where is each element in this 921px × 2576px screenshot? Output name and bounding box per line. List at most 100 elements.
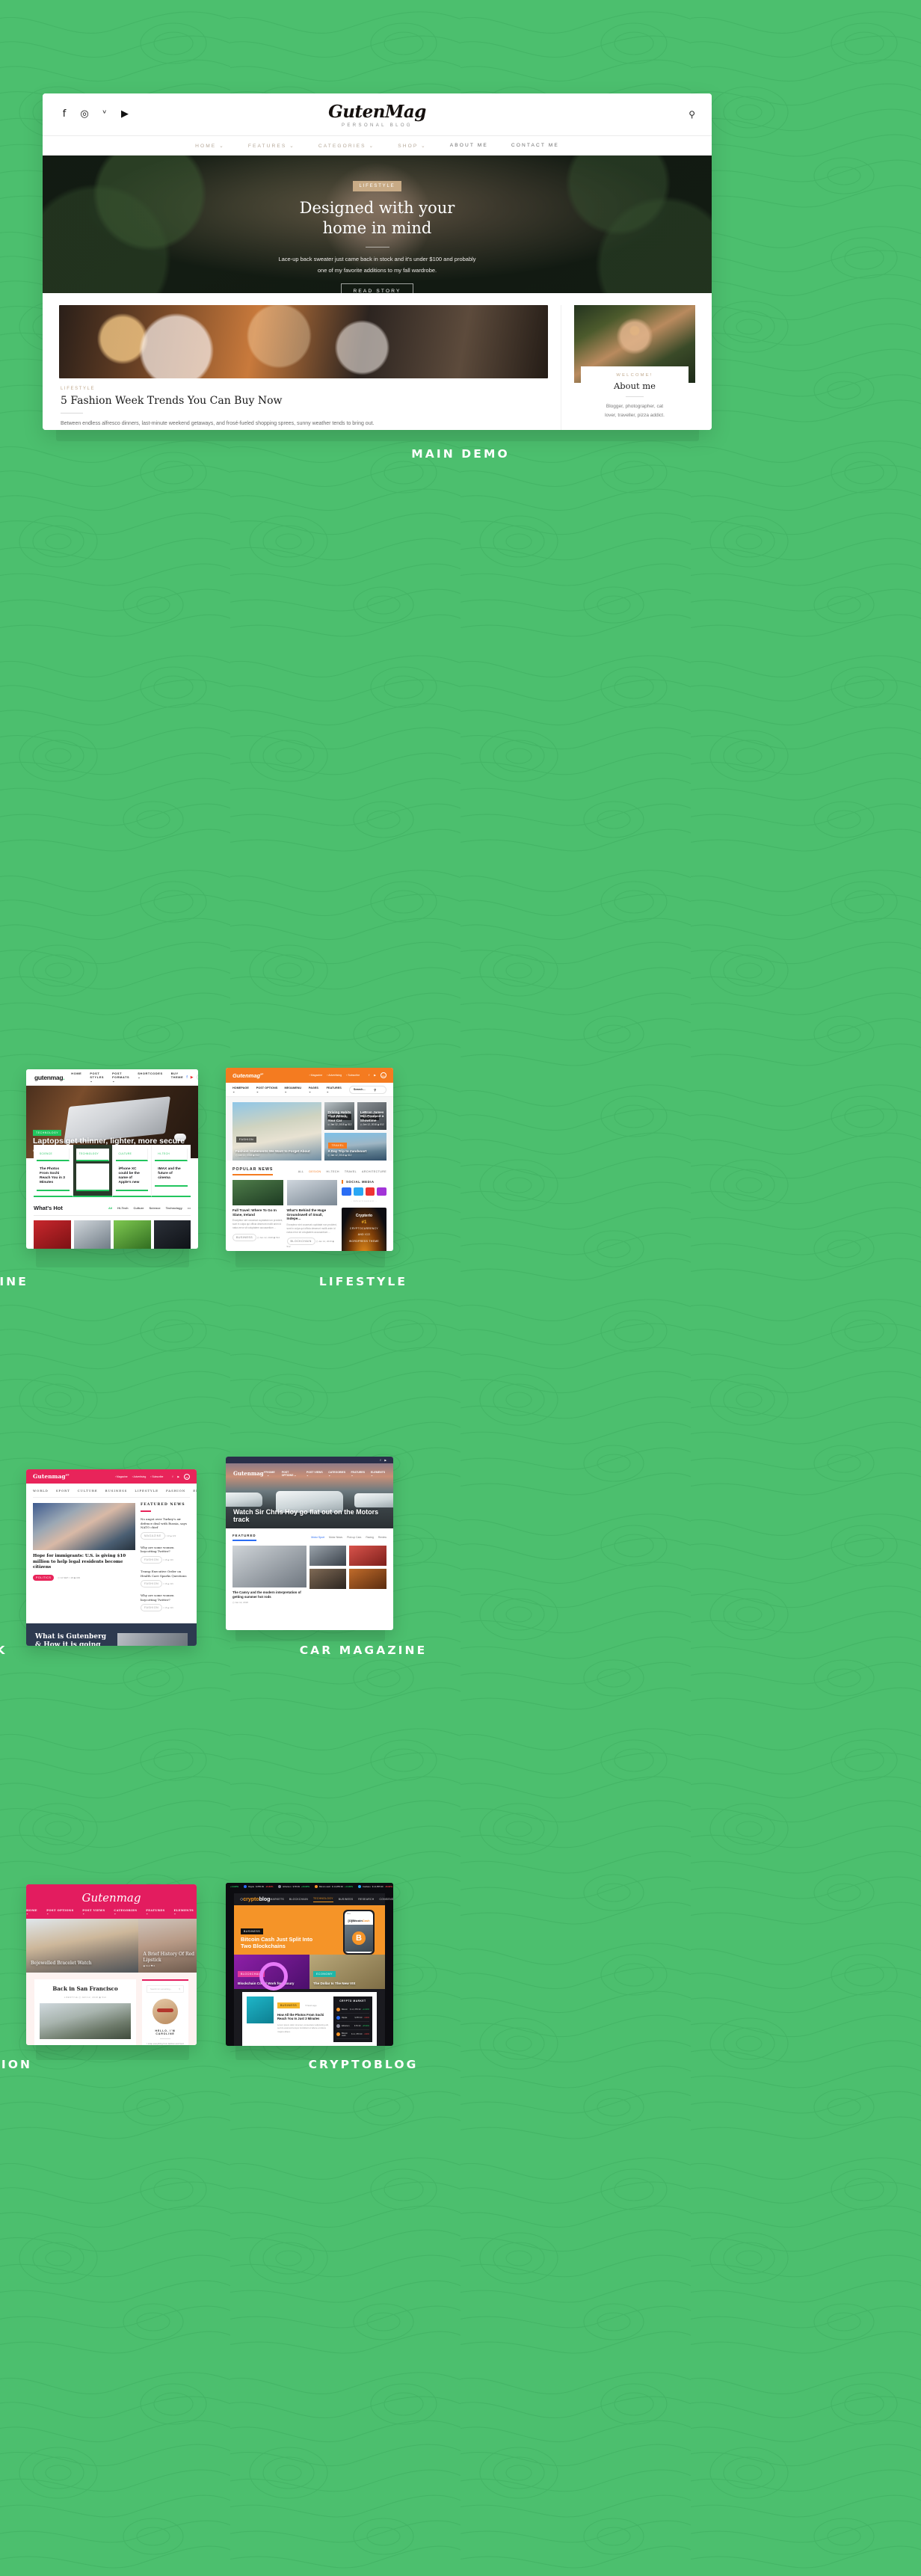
lifestyle-hero-big-title[interactable]: Fashion Statements We Want to Forget Abo… — [235, 1149, 310, 1158]
beauty-post[interactable]: Back in San Francisco LIFESTYLE ◴ JAN 12… — [34, 1979, 136, 2045]
article-title[interactable]: What's Behind the Huge Groundswell of Sm… — [287, 1208, 338, 1221]
nav-environment[interactable]: ENVIRONMENT — [193, 1489, 197, 1493]
tech-nav-post-formats[interactable]: POST FORMATS ⌄ — [112, 1072, 129, 1083]
tech-nav-home[interactable]: HOME — [71, 1072, 81, 1083]
car-featured-tabs[interactable]: Motor Sport Motor News Pick up Cars Raci… — [311, 1536, 386, 1539]
beauty-nav[interactable]: HOME ⌄ POST OPTIONS ⌄ POST VIEWS ⌄ CATEG… — [26, 1909, 197, 1915]
nav-post-views[interactable]: POST VIEWS ⌄ — [82, 1909, 108, 1915]
ticker-item[interactable]: +14.82% — [230, 1885, 238, 1888]
main-demo-preview[interactable]: f ◎ ᵛ ▶ GutenMag PERSONAL BLOG ⚲ HOME ⌄ … — [43, 93, 712, 430]
crypto-ticker[interactable]: +14.82% Ripple $ 855.99 -24.82% Etherium $ … — [226, 1883, 393, 1890]
tech-thumb[interactable] — [34, 1220, 71, 1249]
nav-features[interactable]: FEATURES ⌄ — [351, 1471, 366, 1477]
nav-features[interactable]: FEATURES ⌄ — [146, 1909, 167, 1915]
facebook-icon[interactable] — [342, 1187, 351, 1196]
car-logo[interactable]: GutenmagWP — [233, 1470, 267, 1477]
lifestyle-hero-small[interactable]: SPORTS LeBron James Will Produce a Showt… — [357, 1102, 386, 1130]
beauty-post-title[interactable]: Back in San Francisco — [40, 1985, 131, 1992]
car-hero-title[interactable]: Watch Sir Chris Hoy go flat out on the M… — [233, 1508, 393, 1524]
tech-magazine-preview[interactable]: gutenmag. HOME POST STYLES ⌄ POST FORMAT… — [26, 1069, 198, 1249]
top-link-magazine[interactable]: › Magazine — [309, 1074, 322, 1077]
search-input[interactable]: Search for something... ⚲ — [147, 1985, 184, 1993]
search-input[interactable]: Search... ⚲ — [349, 1086, 386, 1094]
cryptoblog-preview[interactable]: +14.82% Ripple $ 855.99 -24.82% Etherium $ … — [226, 1883, 393, 2046]
youtube-icon[interactable]: ▶ — [120, 109, 130, 120]
search-icon[interactable]: ⚲ — [374, 1088, 376, 1092]
nav-post-options[interactable]: POST OPTIONS ⌄ — [256, 1086, 279, 1093]
featured-item[interactable]: Trump Executive Order on Health Care Spa… — [141, 1570, 190, 1587]
lead-story-title[interactable]: Hope for immigrants: U.S. is giving $10 … — [33, 1554, 135, 1571]
top-link-subscribe[interactable]: › Subscribe — [346, 1074, 360, 1077]
lifestyle-top-links[interactable]: › Magazine › Advertising › Subscribe 𝃶 f… — [309, 1072, 386, 1078]
crypto-hero-title[interactable]: Bitcoin Cash Just Split Into Two Blockch… — [241, 1936, 312, 1950]
article-card[interactable]: Fall Travel: Where To Go In Slane, Irela… — [232, 1180, 283, 1251]
tab-motor-sport[interactable]: Motor Sport — [311, 1536, 324, 1539]
featured-item[interactable]: Why are some women boycotting Twitter? FA… — [141, 1546, 190, 1564]
market-row[interactable]: Ripple $ 855.99 -4.82% — [336, 2014, 369, 2022]
nav-world[interactable]: WORLD — [33, 1489, 49, 1493]
tech-card[interactable]: HI-TECH IMAX and the future of cinema — [152, 1145, 191, 1197]
crypterio-ad[interactable]: Crypterio #1 CRYPTOCURRENCY AND ICO WORD… — [342, 1208, 386, 1251]
nav-post-options[interactable]: POST OPTIONS ⌄ — [46, 1909, 76, 1915]
tech-nav-buy-theme[interactable]: BUY THEME — [171, 1072, 184, 1083]
beauty-tile[interactable]: Bejewelled Bracelet Watch — [26, 1919, 138, 1973]
behance-icon[interactable]: Ae — [184, 1474, 190, 1480]
market-row[interactable]: Bitcoin $ 14, 855.99 +14.82% — [336, 2005, 369, 2014]
featured-item[interactable]: No angst over Turkey's air defence deal … — [141, 1517, 190, 1540]
lifestyle-hero-big[interactable]: FASHION Fashion Statements We Want to Fo… — [232, 1102, 321, 1161]
nav-lifestyle[interactable]: LIFESTYLE — [135, 1489, 158, 1493]
nav-research[interactable]: RESEARCH — [358, 1898, 374, 1901]
car-thumb[interactable] — [349, 1569, 386, 1589]
hero-small-title[interactable]: Driving Habits That Wreck Your Car ◴ Jan … — [327, 1110, 354, 1127]
car-thumb[interactable] — [309, 1546, 347, 1566]
tech-thumb[interactable] — [154, 1220, 191, 1249]
tech-thumb[interactable] — [74, 1220, 111, 1249]
lifestyle-hero-small[interactable]: LIFESTYLE Driving Habits That Wreck Your… — [324, 1102, 354, 1130]
read-story-button[interactable]: READ STORY — [341, 283, 413, 299]
popular-news-tabs[interactable]: ALL DESIGN HI-TECH TRAVEL ARCHITECTURE — [298, 1170, 386, 1173]
nav-item-contact-me[interactable]: CONTACT ME — [511, 143, 559, 148]
nav-elements[interactable]: ELEMENTS ⌄ — [371, 1471, 386, 1477]
youtube-icon[interactable] — [366, 1187, 375, 1196]
youtube-icon[interactable]: ▶ — [191, 1075, 194, 1080]
car-nav[interactable]: GutenmagWP HOME ⌄ POST OPTIONS ⌄ POST VI… — [226, 1470, 393, 1477]
tab-all[interactable]: ALL — [298, 1170, 304, 1173]
lifestyle-nav[interactable]: HOMEPAGE ⌄ POST OPTIONS ⌄ MEGAMENU ⌄ PAG… — [226, 1083, 393, 1097]
crypto-article-title[interactable]: How All the Photos From Sochi Reach You … — [277, 2013, 330, 2021]
tab-hi-tech[interactable]: HI-TECH — [327, 1170, 339, 1173]
post-title[interactable]: 5 Fashion Week Trends You Can Buy Now — [61, 395, 546, 407]
crypto-tile[interactable]: BLOCKCHAIN Blockchain Could Work for Lux… — [234, 1955, 309, 1989]
ticker-item[interactable]: Etherium $ 55.99 +33.82% — [278, 1885, 309, 1888]
tab-motor-news[interactable]: Motor News — [329, 1536, 342, 1539]
beauty-fashion-preview[interactable]: Gutenmag HOME ⌄ POST OPTIONS ⌄ POST VIEW… — [26, 1884, 197, 2045]
nav-elements[interactable]: ELEMENTS ⌄ — [174, 1909, 197, 1915]
tab-technology[interactable]: Technology — [166, 1206, 182, 1210]
nav-pages[interactable]: PAGES ⌄ — [309, 1086, 321, 1093]
facebook-icon[interactable]: f — [186, 1075, 187, 1080]
nav-consensus[interactable]: CONSENSUS — [380, 1898, 393, 1901]
main-nav[interactable]: HOME ⌄ FEATURES ⌄ CATEGORIES ⌄ SHOP ⌄ AB… — [43, 135, 712, 156]
facebook-icon[interactable]: f — [59, 109, 70, 120]
market-row[interactable]: Bitcoin cash $ 14, 855.99 -4.82% — [336, 2030, 369, 2039]
nav-post-views[interactable]: POST VIEWS ⌄ — [307, 1471, 323, 1477]
social-buttons[interactable] — [342, 1187, 386, 1196]
search-icon[interactable]: ⚲ — [561, 109, 695, 120]
search-icon[interactable]: ⚲ — [179, 1988, 180, 1991]
site-logo[interactable]: GutenMag PERSONAL BLOG — [194, 102, 561, 128]
tab-travel[interactable]: TRAVEL — [345, 1170, 357, 1173]
ticker-item[interactable]: Ripple $ 855.99 -24.82% — [244, 1885, 273, 1888]
crypto-tile[interactable]: ECONOMY The Dollar Is The New VIX — [309, 1955, 385, 1989]
twitter-icon[interactable]: ᵛ — [99, 109, 110, 120]
tech-nav-shortcodes[interactable]: SHORTCODES ⌄ — [138, 1072, 162, 1083]
nav-business[interactable]: BUSINESS — [339, 1898, 354, 1901]
tech-header-icons[interactable]: 𝃶 f ▶ ⚲ — [183, 1074, 198, 1080]
car-big-title[interactable]: The Camry and the modern interpretation … — [232, 1590, 307, 1599]
tech-logo[interactable]: gutenmag. — [34, 1074, 64, 1081]
beauty-tile-title[interactable]: Bejewelled Bracelet Watch — [31, 1961, 92, 1969]
car-thumb[interactable] — [309, 1569, 347, 1589]
nav-features[interactable]: FEATURES ⌄ — [327, 1086, 343, 1093]
nav-post-options[interactable]: POST OPTIONS ⌄ — [282, 1471, 301, 1477]
crypto-tile-title[interactable]: The Dollar Is The New VIX — [313, 1982, 355, 1985]
hero-small-title[interactable]: LeBron James Will Produce a Showtime ◴ Ja… — [360, 1110, 386, 1127]
tab-architecture[interactable]: ARCHITECTURE — [362, 1170, 386, 1173]
